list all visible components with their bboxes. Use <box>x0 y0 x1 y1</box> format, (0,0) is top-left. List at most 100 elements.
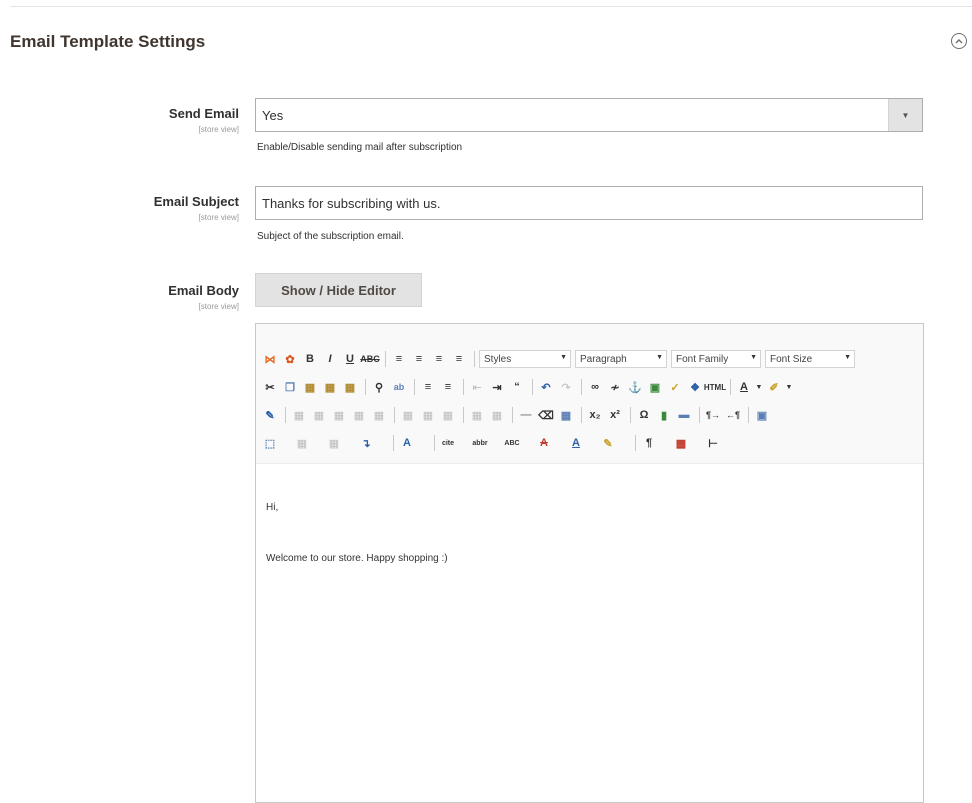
fullscreen-icon[interactable]: ▣ <box>753 406 771 424</box>
paragraph-dropdown[interactable]: Paragraph ▼ <box>575 350 667 368</box>
bold-icon[interactable]: B <box>301 350 319 368</box>
toolbar-separator <box>730 379 731 395</box>
advanced-hr-icon[interactable]: ▬ <box>675 406 693 424</box>
horizontal-rule-icon[interactable]: — <box>517 406 535 424</box>
strikethrough-icon[interactable]: ABC <box>360 350 380 368</box>
split-cells-icon[interactable]: ▦ <box>468 406 486 424</box>
email-body-scope: [store view] <box>198 302 239 311</box>
row-after-icon[interactable]: ▦ <box>370 406 388 424</box>
email-subject-input[interactable]: Thanks for subscribing with us. <box>255 186 923 220</box>
row-props-icon[interactable]: ▦ <box>310 406 328 424</box>
paste-text-icon[interactable]: ▦ <box>321 378 339 396</box>
merge-cells-icon[interactable]: ▦ <box>488 406 506 424</box>
rtl-icon[interactable]: ←¶ <box>724 406 742 424</box>
subscript-icon[interactable]: x₂ <box>586 406 604 424</box>
align-center-icon[interactable]: ≡ <box>410 350 428 368</box>
section-title: Email Template Settings <box>10 32 206 51</box>
style-props-icon[interactable]: A <box>398 434 416 452</box>
blockquote-icon[interactable]: “ <box>508 378 526 396</box>
align-right-icon[interactable]: ≡ <box>430 350 448 368</box>
styles-dropdown[interactable]: Styles ▼ <box>479 350 571 368</box>
insert-layer-icon[interactable]: ⬚ <box>261 434 279 452</box>
unlink-icon[interactable]: ≁ <box>606 378 624 396</box>
insert-variable-icon[interactable]: ✿ <box>281 350 299 368</box>
cite-icon[interactable]: cite <box>439 434 457 452</box>
numbered-list-icon[interactable]: ≡ <box>439 378 457 396</box>
row-before-icon[interactable]: ▦ <box>350 406 368 424</box>
cell-props-icon[interactable]: ▦ <box>330 406 348 424</box>
email-body-label: Email Body <box>168 283 239 298</box>
move-forward-icon[interactable]: ▦ <box>293 434 311 452</box>
outdent-icon[interactable]: ⇤ <box>468 378 486 396</box>
cleanup-icon[interactable]: ✓ <box>666 378 684 396</box>
toolbar-separator <box>581 379 582 395</box>
delete-col-icon[interactable]: ▦ <box>439 406 457 424</box>
edit-css-icon[interactable]: ✎ <box>261 406 279 424</box>
toolbar-separator <box>434 435 435 451</box>
send-email-scope: [store view] <box>198 125 239 134</box>
insert-text-icon[interactable]: A <box>567 434 585 452</box>
superscript-icon[interactable]: x² <box>606 406 624 424</box>
replace-icon[interactable]: ab <box>390 378 408 396</box>
find-icon[interactable]: ⚲ <box>370 378 388 396</box>
wysiwyg-editor[interactable]: ⋈ ✿ B I U ABC ≡ ≡ ≡ ≡ Styles ▼ Paragraph… <box>255 323 924 803</box>
chevron-up-circle-icon[interactable] <box>951 33 967 49</box>
dropdown-arrow-icon[interactable]: ▼ <box>785 378 793 396</box>
toolbar-separator <box>394 407 395 423</box>
table-icon[interactable]: ▦ <box>290 406 308 424</box>
toolbar-separator <box>635 435 636 451</box>
abbr-icon[interactable]: abbr <box>471 434 489 452</box>
image-icon[interactable]: ▣ <box>646 378 664 396</box>
show-blocks-icon[interactable]: ¶ <box>640 434 658 452</box>
show-hide-editor-button[interactable]: Show / Hide Editor <box>255 273 422 307</box>
font-family-dropdown-label: Font Family <box>676 353 729 365</box>
move-backward-icon[interactable]: ▦ <box>325 434 343 452</box>
background-color-icon[interactable]: ✐ <box>765 378 783 396</box>
dropdown-arrow-icon[interactable]: ▼ <box>888 99 922 131</box>
undo-icon[interactable]: ↶ <box>537 378 555 396</box>
email-subject-note: Subject of the subscription email. <box>257 231 404 242</box>
dropdown-arrow-icon: ▼ <box>656 354 663 361</box>
email-subject-label: Email Subject <box>153 194 239 209</box>
align-left-icon[interactable]: ≡ <box>390 350 408 368</box>
toolbar-separator <box>385 351 386 367</box>
attributes-icon[interactable]: ✎ <box>599 434 617 452</box>
visual-aid-icon[interactable]: ▦ <box>557 406 575 424</box>
media-icon[interactable]: ▮ <box>655 406 673 424</box>
magento-widget-icon[interactable]: ⋈ <box>261 350 279 368</box>
dropdown-arrow-icon[interactable]: ▼ <box>755 378 763 396</box>
dropdown-arrow-icon: ▼ <box>560 354 567 361</box>
col-before-icon[interactable]: ▦ <box>399 406 417 424</box>
paste-icon[interactable]: ▦ <box>301 378 319 396</box>
link-icon[interactable]: ∞ <box>586 378 604 396</box>
font-size-dropdown-label: Font Size <box>770 353 813 365</box>
underline-icon[interactable]: U <box>341 350 359 368</box>
text-color-icon[interactable]: A <box>735 378 753 396</box>
align-justify-icon[interactable]: ≡ <box>450 350 468 368</box>
acronym-icon[interactable]: ABC <box>503 434 521 452</box>
anchor-icon[interactable]: ⚓ <box>626 378 644 396</box>
nonbreaking-icon[interactable]: ⊢ <box>704 434 722 452</box>
code-icon[interactable]: HTML <box>704 378 726 396</box>
send-email-select[interactable]: Yes ▼ <box>255 98 923 132</box>
copy-icon[interactable]: ❐ <box>281 378 299 396</box>
delete-text-icon[interactable]: A <box>535 434 553 452</box>
editor-content[interactable]: Hi, Welcome to our store. Happy shopping… <box>266 502 448 564</box>
special-char-icon[interactable]: Ω <box>635 406 653 424</box>
paste-word-icon[interactable]: ▦ <box>341 378 359 396</box>
ltr-icon[interactable]: ¶→ <box>704 406 722 424</box>
col-after-icon[interactable]: ▦ <box>419 406 437 424</box>
cut-icon[interactable]: ✂ <box>261 378 279 396</box>
toolbar-separator <box>414 379 415 395</box>
indent-icon[interactable]: ⇥ <box>488 378 506 396</box>
redo-icon[interactable]: ↷ <box>557 378 575 396</box>
help-icon[interactable]: ❖ <box>686 378 704 396</box>
italic-icon[interactable]: I <box>321 350 339 368</box>
font-size-dropdown[interactable]: Font Size ▼ <box>765 350 855 368</box>
page-break-icon[interactable]: ▩ <box>672 434 690 452</box>
toolbar-separator <box>463 379 464 395</box>
remove-format-icon[interactable]: ⌫ <box>537 406 555 424</box>
bullet-list-icon[interactable]: ≡ <box>419 378 437 396</box>
absolute-icon[interactable]: ↴ <box>357 434 375 452</box>
font-family-dropdown[interactable]: Font Family ▼ <box>671 350 761 368</box>
